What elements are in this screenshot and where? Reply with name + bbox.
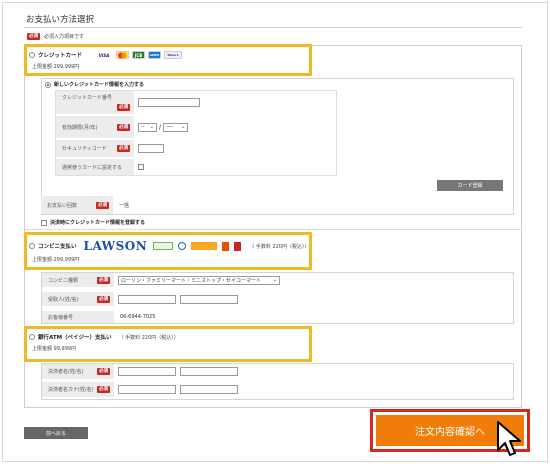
- amex-icon: AMEX: [148, 51, 162, 59]
- payer-kana-label: 決済者名カナ(姓/名): [48, 387, 94, 393]
- credit-limit: 上限金額 299,999円: [32, 64, 80, 70]
- jcb-icon: JCB: [132, 51, 146, 59]
- credit-radio[interactable]: [29, 52, 35, 58]
- card-number-label: クレジットカード番号: [62, 95, 113, 101]
- payment-count-row: お支払い回数 必須 一括: [41, 196, 514, 214]
- save-card-label: 決済時にクレジットカード情報を登録する: [50, 220, 146, 226]
- required-note-text: 必須入力項目です: [44, 34, 85, 40]
- card-brands: VISA JCB AMEX Diners: [95, 51, 183, 59]
- required-badge: 必須: [117, 145, 130, 152]
- required-badge: 必須: [97, 368, 110, 375]
- required-badge: 必須: [97, 276, 110, 284]
- lawson-logo: LAWSON: [83, 239, 148, 253]
- required-badge: 必須: [117, 104, 130, 111]
- customer-number-row: お客様番号 06-6944-7025: [42, 311, 342, 323]
- expiry-month-select[interactable]: -- ⌄: [138, 122, 157, 132]
- default-card-checkbox[interactable]: [138, 164, 144, 170]
- store-type-label: コンビニ種類: [48, 277, 79, 284]
- payer-first-name-input[interactable]: [180, 367, 238, 376]
- expiry-separator: /: [159, 123, 162, 131]
- recipient-label: 受取人(姓/名): [48, 296, 79, 303]
- title-divider: [24, 27, 522, 28]
- card-number-input[interactable]: [138, 98, 200, 107]
- required-badge: 必須: [97, 295, 110, 303]
- convenience-label: コンビニ支払い: [38, 244, 77, 250]
- new-card-option[interactable]: 新しいクレジットカード情報を入力する: [45, 81, 144, 88]
- payer-kana-last-input[interactable]: [118, 385, 176, 394]
- atm-limit: 上限金額 99,999円: [32, 346, 77, 352]
- payer-kana-first-input[interactable]: [180, 385, 238, 394]
- convenience-option[interactable]: コンビニ支払い LAWSON （ 手数料 220円（税込））: [29, 239, 309, 253]
- seicomart-icon: [191, 242, 218, 250]
- required-badge: 必須: [117, 123, 130, 131]
- customer-number-value: 06-6944-7025: [120, 314, 156, 320]
- atm-radio[interactable]: [29, 334, 35, 340]
- card-register-button[interactable]: カード登録: [437, 180, 503, 191]
- required-note: 必須 必須入力項目です: [27, 33, 84, 40]
- security-label: セキュリティコード: [62, 146, 107, 152]
- page-title: お支払い方法選択: [26, 15, 95, 25]
- recipient-first-name-input[interactable]: [180, 294, 238, 304]
- credit-option[interactable]: クレジットカード VISA JCB AMEX Diners: [29, 51, 183, 59]
- recipient-row: 受取人(姓/名) 必須: [42, 292, 342, 306]
- credit-label: クレジットカード: [38, 53, 83, 59]
- chevron-down-icon: ⌄: [149, 124, 154, 130]
- security-row: セキュリティコード 必須: [56, 140, 336, 157]
- save-card-checkbox[interactable]: [41, 219, 47, 226]
- default-card-label: 通常使うカードに設定する: [62, 164, 123, 171]
- customer-number-label: お客様番号: [48, 314, 74, 321]
- atm-option[interactable]: 銀行ATM（ペイジー）支払い （ 手数料 220円（税込））: [29, 333, 179, 341]
- expiry-year-select[interactable]: ---- ⌄: [163, 122, 189, 132]
- chevron-down-icon: ⌄: [180, 124, 186, 130]
- expiry-label: 有効期限(月/年): [62, 124, 98, 131]
- convenience-limit: 上限金額 299,999円: [32, 257, 80, 263]
- payer-kana-row: 決済者名カナ(姓/名) 必須: [42, 382, 342, 397]
- required-badge: 必須: [96, 201, 109, 209]
- required-badge: 必須: [27, 33, 40, 40]
- payer-name-row: 決済者名(姓/名) 必須: [42, 364, 342, 379]
- atm-highlight: [24, 326, 312, 362]
- mastercard-icon: [116, 51, 130, 59]
- store-type-select[interactable]: ローソン・ファミリーマート・ミニストップ・セイコーマート ⌄: [118, 275, 280, 285]
- chevron-down-icon: ⌄: [272, 277, 277, 283]
- daily-icon: [222, 241, 230, 251]
- security-code-input[interactable]: [138, 144, 164, 153]
- ministop-icon: [178, 242, 187, 250]
- atm-label: 銀行ATM（ペイジー）支払い: [38, 335, 112, 341]
- payer-name-label: 決済者名(姓/名): [48, 369, 84, 375]
- new-card-label: 新しいクレジットカード情報を入力する: [54, 82, 145, 88]
- default-card-row: 通常使うカードに設定する: [56, 159, 336, 175]
- recipient-last-name-input[interactable]: [118, 294, 176, 304]
- familymart-icon: [153, 242, 174, 250]
- card-number-row: クレジットカード番号 必須: [56, 91, 336, 114]
- convenience-radio[interactable]: [29, 243, 35, 249]
- save-card-option[interactable]: 決済時にクレジットカード情報を登録する: [41, 219, 145, 226]
- credit-highlight: [24, 44, 312, 76]
- atm-fee: （ 手数料 220円（税込））: [118, 334, 179, 341]
- payment-count-label: お支払い回数: [47, 202, 78, 209]
- new-card-radio[interactable]: [45, 81, 51, 88]
- payment-count-value: 一括: [119, 202, 130, 209]
- back-button[interactable]: 前へ戻る: [24, 427, 88, 439]
- visa-icon: VISA: [98, 52, 110, 58]
- diners-icon: Diners: [164, 51, 183, 59]
- expiry-row: 有効期限(月/年) 必須 -- ⌄ / ---- ⌄: [56, 116, 336, 138]
- payer-last-name-input[interactable]: [118, 367, 176, 376]
- cursor-arrow-icon: [496, 420, 524, 460]
- store-type-row: コンビニ種類 必須 ローソン・ファミリーマート・ミニストップ・セイコーマート ⌄: [42, 273, 342, 287]
- required-badge: 必須: [97, 386, 110, 393]
- poplar-icon: [234, 241, 242, 251]
- convenience-fee: （ 手数料 220円（税込））: [249, 243, 310, 250]
